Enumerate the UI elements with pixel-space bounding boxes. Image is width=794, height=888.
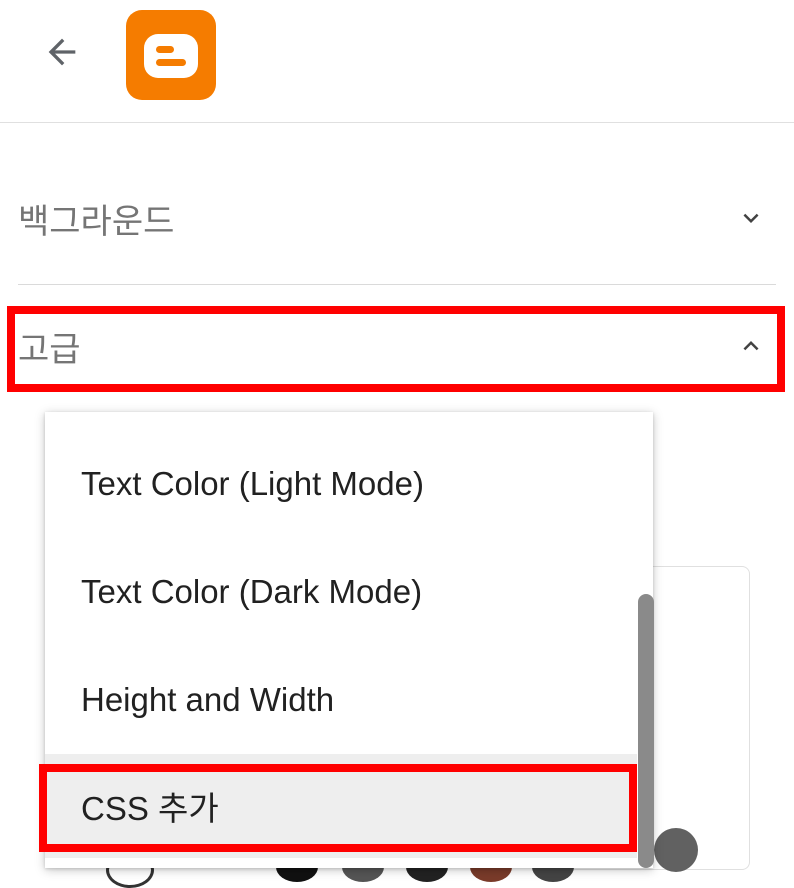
arrow-back-icon — [48, 38, 76, 66]
menu-scrollbar[interactable] — [638, 594, 654, 868]
section-advanced-header[interactable]: 고급 — [18, 310, 776, 382]
chevron-down-icon — [736, 203, 766, 233]
section-divider — [18, 284, 776, 285]
menu-item-height-width[interactable]: Height and Width — [45, 648, 637, 752]
menu-item-add-css[interactable]: CSS 추가 — [45, 754, 637, 858]
menu-item-text-color-light[interactable]: Text Color (Light Mode) — [45, 432, 637, 536]
section-advanced-title: 고급 — [18, 330, 81, 369]
slider-handle[interactable] — [654, 828, 698, 872]
menu-item-text-color-dark[interactable]: Text Color (Dark Mode) — [45, 540, 637, 644]
back-button[interactable] — [36, 26, 88, 78]
header-divider — [0, 122, 794, 123]
section-background-header[interactable]: 백그라운드 — [18, 182, 776, 254]
section-background-title: 백그라운드 — [18, 202, 175, 241]
chevron-up-icon — [736, 331, 766, 361]
blogger-logo — [126, 10, 216, 100]
advanced-dropdown-menu: Text Color (Light Mode) Text Color (Dark… — [45, 412, 653, 868]
